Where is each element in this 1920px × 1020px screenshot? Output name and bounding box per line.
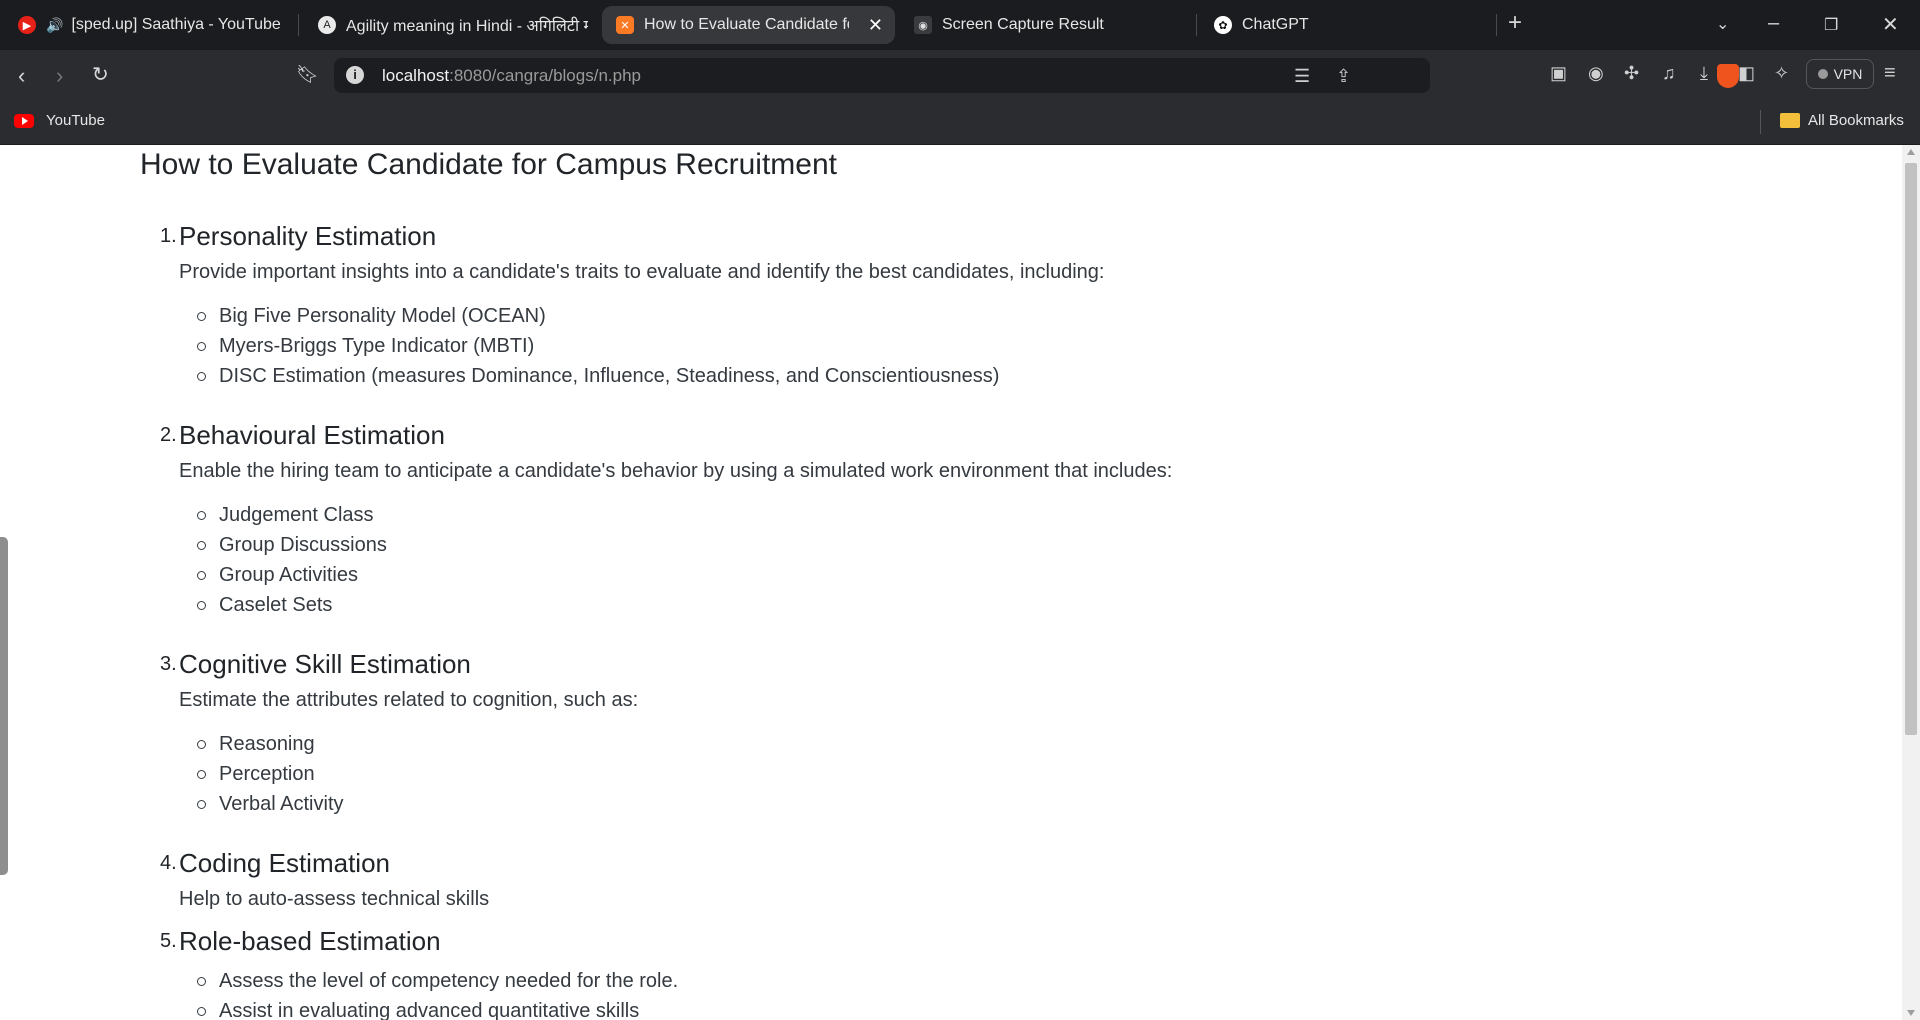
tab-title: How to Evaluate Candidate for C	[644, 16, 849, 33]
vertical-scrollbar[interactable]	[1902, 145, 1920, 1020]
section-description: Provide important insights into a candid…	[179, 261, 1105, 283]
section-list: Assess the level of competency needed fo…	[179, 966, 678, 1020]
minimize-icon[interactable]: –	[1768, 12, 1779, 35]
tab-title: ChatGPT	[1242, 16, 1309, 33]
dictionary-icon: A	[318, 16, 336, 34]
bookmarks-bar: YouTube All Bookmarks	[0, 100, 1920, 145]
list-item: Group Discussions	[179, 530, 387, 560]
scrollbar-thumb[interactable]	[1905, 163, 1917, 735]
page-title: How to Evaluate Candidate for Campus Rec…	[140, 148, 838, 181]
site-info-icon[interactable]: i	[346, 66, 364, 84]
bookmark-youtube[interactable]: YouTube	[14, 112, 105, 129]
list-item: Verbal Activity	[179, 789, 344, 819]
page-content: How to Evaluate Candidate for Campus Rec…	[0, 145, 1902, 1020]
xampp-icon: ✕	[616, 16, 634, 34]
section-heading: Coding Estimation	[179, 848, 390, 878]
all-bookmarks-button[interactable]: All Bookmarks	[1780, 112, 1904, 129]
url-host: localhost	[382, 66, 450, 85]
menu-hamburger-icon[interactable]: ≡	[1884, 62, 1896, 85]
youtube-icon: ▶	[18, 16, 36, 34]
all-bookmarks-label: All Bookmarks	[1808, 112, 1904, 129]
list-item: Assist in evaluating advanced quantitati…	[179, 996, 678, 1020]
vpn-label: VPN	[1833, 66, 1863, 82]
youtube-icon	[14, 113, 34, 128]
bookmarks-separator	[1760, 110, 1761, 134]
list-item: Judgement Class	[179, 500, 387, 530]
folder-icon	[1780, 113, 1800, 128]
brave-shields-icon[interactable]	[1717, 64, 1739, 88]
sidebar-icon[interactable]: ◧	[1738, 63, 1755, 84]
tab-title: Screen Capture Result	[942, 16, 1104, 33]
restore-icon[interactable]: ❐	[1824, 15, 1838, 35]
camera-icon: ◉	[914, 16, 932, 34]
tab-title: Agility meaning in Hindi - अगिलिटी म	[346, 18, 588, 35]
scroll-up-arrow-icon[interactable]	[1907, 149, 1915, 155]
url-text[interactable]: localhost:8080/cangra/blogs/n.php	[382, 66, 641, 86]
list-item: Caselet Sets	[179, 590, 387, 620]
side-panel-handle[interactable]	[0, 537, 8, 875]
tab-separator	[1496, 14, 1497, 36]
vpn-button[interactable]: VPN	[1806, 59, 1874, 89]
tab-separator	[298, 14, 299, 36]
screenshot-camera-icon[interactable]: ◉	[1588, 63, 1604, 84]
tab-separator	[1196, 14, 1197, 36]
section-list: Big Five Personality Model (OCEAN) Myers…	[179, 301, 999, 391]
vpn-status-icon	[1817, 69, 1828, 79]
list-item: Assess the level of competency needed fo…	[179, 966, 678, 996]
url-path: :8080/cangra/blogs/n.php	[449, 66, 641, 85]
section-number: 3.	[160, 653, 177, 675]
reload-icon[interactable]: ↻	[92, 62, 109, 87]
list-item: DISC Estimation (measures Dominance, Inf…	[179, 361, 999, 391]
section-number: 5.	[160, 930, 177, 952]
tab-active-evaluate-candidate[interactable]: ✕ How to Evaluate Candidate for C ✕	[602, 6, 895, 44]
list-item: Group Activities	[179, 560, 387, 590]
section-number: 1.	[160, 225, 177, 247]
section-number: 4.	[160, 852, 177, 874]
section-number: 2.	[160, 424, 177, 446]
tab-chatgpt[interactable]: ✿ ChatGPT	[1214, 6, 1484, 44]
list-item: Reasoning	[179, 729, 344, 759]
section-description: Enable the hiring team to anticipate a c…	[179, 460, 1173, 482]
section-list: Reasoning Perception Verbal Activity	[179, 729, 344, 819]
reader-mode-icon[interactable]: ☰	[1294, 66, 1310, 87]
section-heading: Cognitive Skill Estimation	[179, 649, 471, 679]
browser-toolbar: ‹ › ↻ 🔖︎ i localhost:8080/cangra/blogs/n…	[0, 50, 1920, 100]
audio-playing-icon[interactable]: 🔊	[46, 17, 63, 34]
downloads-icon[interactable]: ⤓	[1700, 63, 1708, 84]
close-window-icon[interactable]: ✕	[1882, 12, 1899, 37]
section-heading: Behavioural Estimation	[179, 420, 445, 450]
scroll-down-arrow-icon[interactable]	[1907, 1010, 1915, 1016]
forward-icon[interactable]: ›	[56, 63, 63, 89]
list-item: Big Five Personality Model (OCEAN)	[179, 301, 999, 331]
picture-in-picture-icon[interactable]: ▣	[1550, 63, 1567, 84]
new-tab-plus-icon[interactable]: +	[1508, 9, 1522, 37]
media-music-icon[interactable]: ♫	[1662, 63, 1676, 84]
section-description: Help to auto-assess technical skills	[179, 888, 490, 910]
address-bar[interactable]: i localhost:8080/cangra/blogs/n.php ☰ ⇪	[334, 58, 1739, 93]
section-description: Estimate the attributes related to cogni…	[179, 689, 639, 711]
section-heading: Personality Estimation	[179, 221, 437, 251]
tab-agility-meaning[interactable]: A Agility meaning in Hindi - अगिलिटी म	[318, 6, 588, 44]
share-icon[interactable]: ⇪	[1336, 66, 1351, 87]
back-icon[interactable]: ‹	[18, 63, 25, 89]
tab-strip: ▶ 🔊 [sped.up] Saathiya - YouTube Mu A Ag…	[0, 0, 1920, 50]
tab-search-chevron-icon[interactable]: ⌄	[1716, 14, 1729, 34]
tab-title: [sped.up] Saathiya - YouTube Mu	[71, 16, 280, 33]
extensions-puzzle-icon[interactable]: ✣	[1624, 63, 1639, 84]
chatgpt-icon: ✿	[1214, 16, 1232, 34]
bookmark-page-icon[interactable]: 🔖︎	[296, 64, 319, 85]
leo-ai-icon[interactable]: ✧	[1774, 63, 1789, 84]
tab-youtube-music[interactable]: ▶ 🔊 [sped.up] Saathiya - YouTube Mu	[18, 6, 280, 44]
close-tab-icon[interactable]: ✕	[868, 15, 883, 36]
bookmark-label: YouTube	[46, 112, 105, 129]
list-item: Myers-Briggs Type Indicator (MBTI)	[179, 331, 999, 361]
section-heading: Role-based Estimation	[179, 926, 441, 956]
list-item: Perception	[179, 759, 344, 789]
section-list: Judgement Class Group Discussions Group …	[179, 500, 387, 620]
tab-screen-capture[interactable]: ◉ Screen Capture Result	[914, 6, 1184, 44]
